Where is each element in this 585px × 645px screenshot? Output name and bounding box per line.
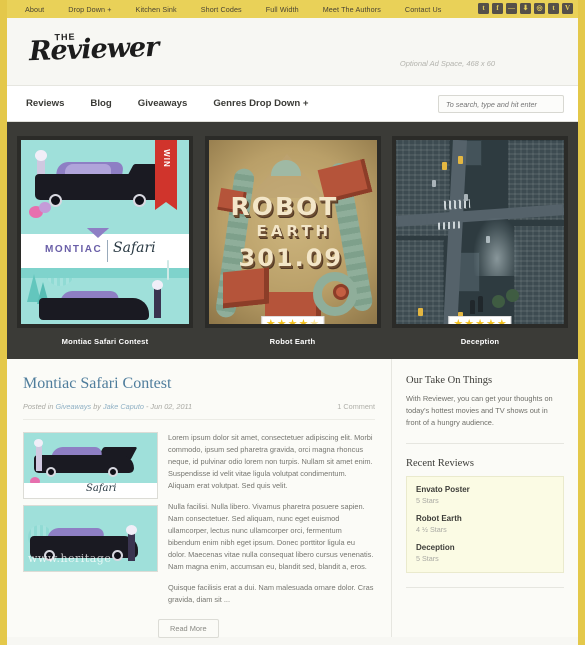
recent-review-item[interactable]: Deception 5 Stars: [416, 543, 554, 563]
nav-item-giveaways[interactable]: Giveaways: [125, 98, 201, 109]
star-icon: ★: [276, 318, 287, 328]
poster-robot-earth: ROBOT EARTH 301.09: [208, 140, 377, 324]
post-text: Lorem ipsum dolor sit amet, consectetuer…: [168, 432, 375, 615]
star-icon: ★: [475, 318, 485, 328]
recent-review-rating: 4 ½ Stars: [416, 524, 447, 534]
post-thumbnail-2[interactable]: www.heritage: [23, 505, 158, 572]
star-icon: ★: [496, 318, 507, 328]
top-navigation: About Drop Down + Kitchen Sink Short Cod…: [13, 5, 453, 14]
star-icon: ★: [485, 318, 496, 328]
rating-stars: ★ ★ ★ ★ ★: [448, 316, 512, 328]
topnav-item-about[interactable]: About: [13, 5, 56, 14]
sidebar-about-title: Our Take On Things: [406, 375, 493, 386]
post-paragraph: Lorem ipsum dolor sit amet, consectetuer…: [168, 433, 373, 490]
instagram-icon[interactable]: ◎: [534, 3, 545, 14]
featured-card-robot-earth[interactable]: ROBOT EARTH 301.09 ★ ★ ★ ★ ★ Robot Earth: [204, 136, 381, 346]
star-icon: ★: [298, 318, 309, 328]
featured-slider: WIN MONTIAC Safari Montiac Safari Contes…: [7, 122, 578, 359]
poster-deception: [396, 140, 564, 324]
featured-thumbnail-frame: WIN MONTIAC Safari: [17, 136, 193, 328]
poster-montiac-safari: WIN MONTIAC Safari: [21, 140, 189, 324]
topnav-item-short-codes[interactable]: Short Codes: [189, 5, 254, 14]
nav-item-genres[interactable]: Genres Drop Down +: [200, 98, 321, 109]
topnav-item-contact-us[interactable]: Contact Us: [393, 5, 454, 14]
sidebar-about-text: With Reviewer, you can get your thoughts…: [406, 394, 553, 427]
nav-item-reviews[interactable]: Reviews: [13, 98, 77, 109]
main-content: Montiac Safari Contest Posted in Giveawa…: [7, 359, 392, 638]
rss-icon[interactable]: ⬇: [520, 3, 531, 14]
post-thumbnail-1[interactable]: Safari: [23, 432, 158, 499]
post-meta-separator: -: [145, 402, 149, 411]
post-meta-prefix: Posted in: [23, 402, 54, 411]
featured-card-title: Robot Earth: [269, 337, 316, 346]
flickr-icon[interactable]: —: [506, 3, 517, 14]
poster-line-1: ROBOT: [230, 192, 339, 221]
tumblr-icon[interactable]: t: [548, 3, 559, 14]
poster-brand-right: Safari: [113, 240, 156, 256]
read-more-button[interactable]: Read More: [158, 618, 219, 638]
post-meta-byline: Posted in Giveaways by Jake Caputo - Jun…: [23, 402, 192, 411]
post-body: Safari www.heritage Lorem ipsum dolor si…: [23, 432, 375, 615]
nav-item-blog[interactable]: Blog: [77, 98, 124, 109]
recent-review-rating: 5 Stars: [416, 495, 439, 505]
topnav-item-full-width[interactable]: Full Width: [254, 5, 311, 14]
featured-card-title: Deception: [460, 337, 500, 346]
main-navigation: Reviews Blog Giveaways Genres Drop Down …: [7, 86, 578, 122]
top-utility-bar: About Drop Down + Kitchen Sink Short Cod…: [7, 0, 578, 18]
recent-review-name: Envato Poster: [416, 484, 470, 494]
sidebar-divider: [406, 442, 564, 444]
sidebar-divider-bottom: [406, 586, 564, 588]
post-comment-count[interactable]: 1 Comment: [337, 402, 375, 411]
featured-card-deception[interactable]: ★ ★ ★ ★ ★ Deception: [392, 136, 568, 346]
win-ribbon-label: WIN: [162, 149, 172, 168]
recent-reviews-list: Envato Poster 5 Stars Robot Earth 4 ½ St…: [406, 475, 564, 573]
topnav-item-kitchen-sink[interactable]: Kitchen Sink: [124, 5, 189, 14]
star-half-icon: ★: [309, 318, 320, 328]
star-icon: ★: [265, 318, 276, 328]
search-input[interactable]: [438, 95, 564, 113]
poster-line-2: EARTH: [256, 222, 333, 240]
post-title[interactable]: Montiac Safari Contest: [23, 375, 375, 393]
facebook-icon[interactable]: f: [492, 3, 503, 14]
poster-brand-left: MONTIAC: [45, 244, 103, 255]
recent-review-item[interactable]: Envato Poster 5 Stars: [416, 485, 554, 505]
site-logo-the: THE: [54, 31, 76, 43]
post-meta: Posted in Giveaways by Jake Caputo - Jun…: [23, 402, 375, 420]
masthead: THE Reviewer Optional Ad Space, 468 x 60: [7, 18, 578, 86]
social-icon-group: t f — ⬇ ◎ t V: [478, 3, 573, 14]
twitter-icon[interactable]: t: [478, 3, 489, 14]
post-paragraph: Quisque facilisis erat a dui. Nam malesu…: [168, 582, 374, 604]
star-icon: ★: [287, 318, 298, 328]
recent-review-name: Robot Earth: [416, 513, 462, 523]
sidebar-recent-title: Recent Reviews: [406, 457, 474, 469]
topnav-item-meet-the-authors[interactable]: Meet The Authors: [311, 5, 393, 14]
featured-card-montiac[interactable]: WIN MONTIAC Safari Montiac Safari Contes…: [17, 136, 193, 346]
vimeo-icon[interactable]: V: [562, 3, 573, 14]
post-paragraph: Nulla facilisi. Nulla libero. Vivamus ph…: [168, 501, 374, 571]
star-icon: ★: [453, 318, 464, 328]
ad-space-placeholder: Optional Ad Space, 468 x 60: [399, 58, 496, 68]
sidebar: Our Take On Things With Reviewer, you ca…: [392, 359, 578, 637]
post-meta-author[interactable]: Jake Caputo: [103, 402, 144, 411]
featured-thumbnail-frame: ROBOT EARTH 301.09 ★ ★ ★ ★ ★: [204, 136, 381, 328]
featured-thumbnail-frame: ★ ★ ★ ★ ★: [392, 136, 568, 328]
post-thumbnails: Safari www.heritage: [23, 432, 158, 615]
recent-review-name: Deception: [416, 542, 455, 552]
post-meta-date: Jun 02, 2011: [150, 402, 193, 411]
post-meta-category[interactable]: Giveaways: [55, 402, 91, 411]
featured-card-title: Montiac Safari Contest: [61, 337, 149, 346]
star-icon: ★: [464, 318, 475, 328]
site-logo-name: Reviewer: [28, 31, 159, 68]
recent-review-item[interactable]: Robot Earth 4 ½ Stars: [416, 514, 554, 534]
topnav-item-drop-down[interactable]: Drop Down +: [56, 5, 123, 14]
thumbnail-watermark: www.heritage: [28, 552, 112, 565]
rating-stars: ★ ★ ★ ★ ★: [260, 316, 325, 328]
page-container: About Drop Down + Kitchen Sink Short Cod…: [7, 0, 578, 645]
recent-review-rating: 5 Stars: [416, 553, 439, 563]
site-logo[interactable]: THE Reviewer: [28, 31, 159, 68]
content-area: Montiac Safari Contest Posted in Giveawa…: [7, 359, 578, 638]
post-meta-by: by: [93, 402, 101, 411]
poster-line-3: 301.09: [238, 244, 344, 272]
